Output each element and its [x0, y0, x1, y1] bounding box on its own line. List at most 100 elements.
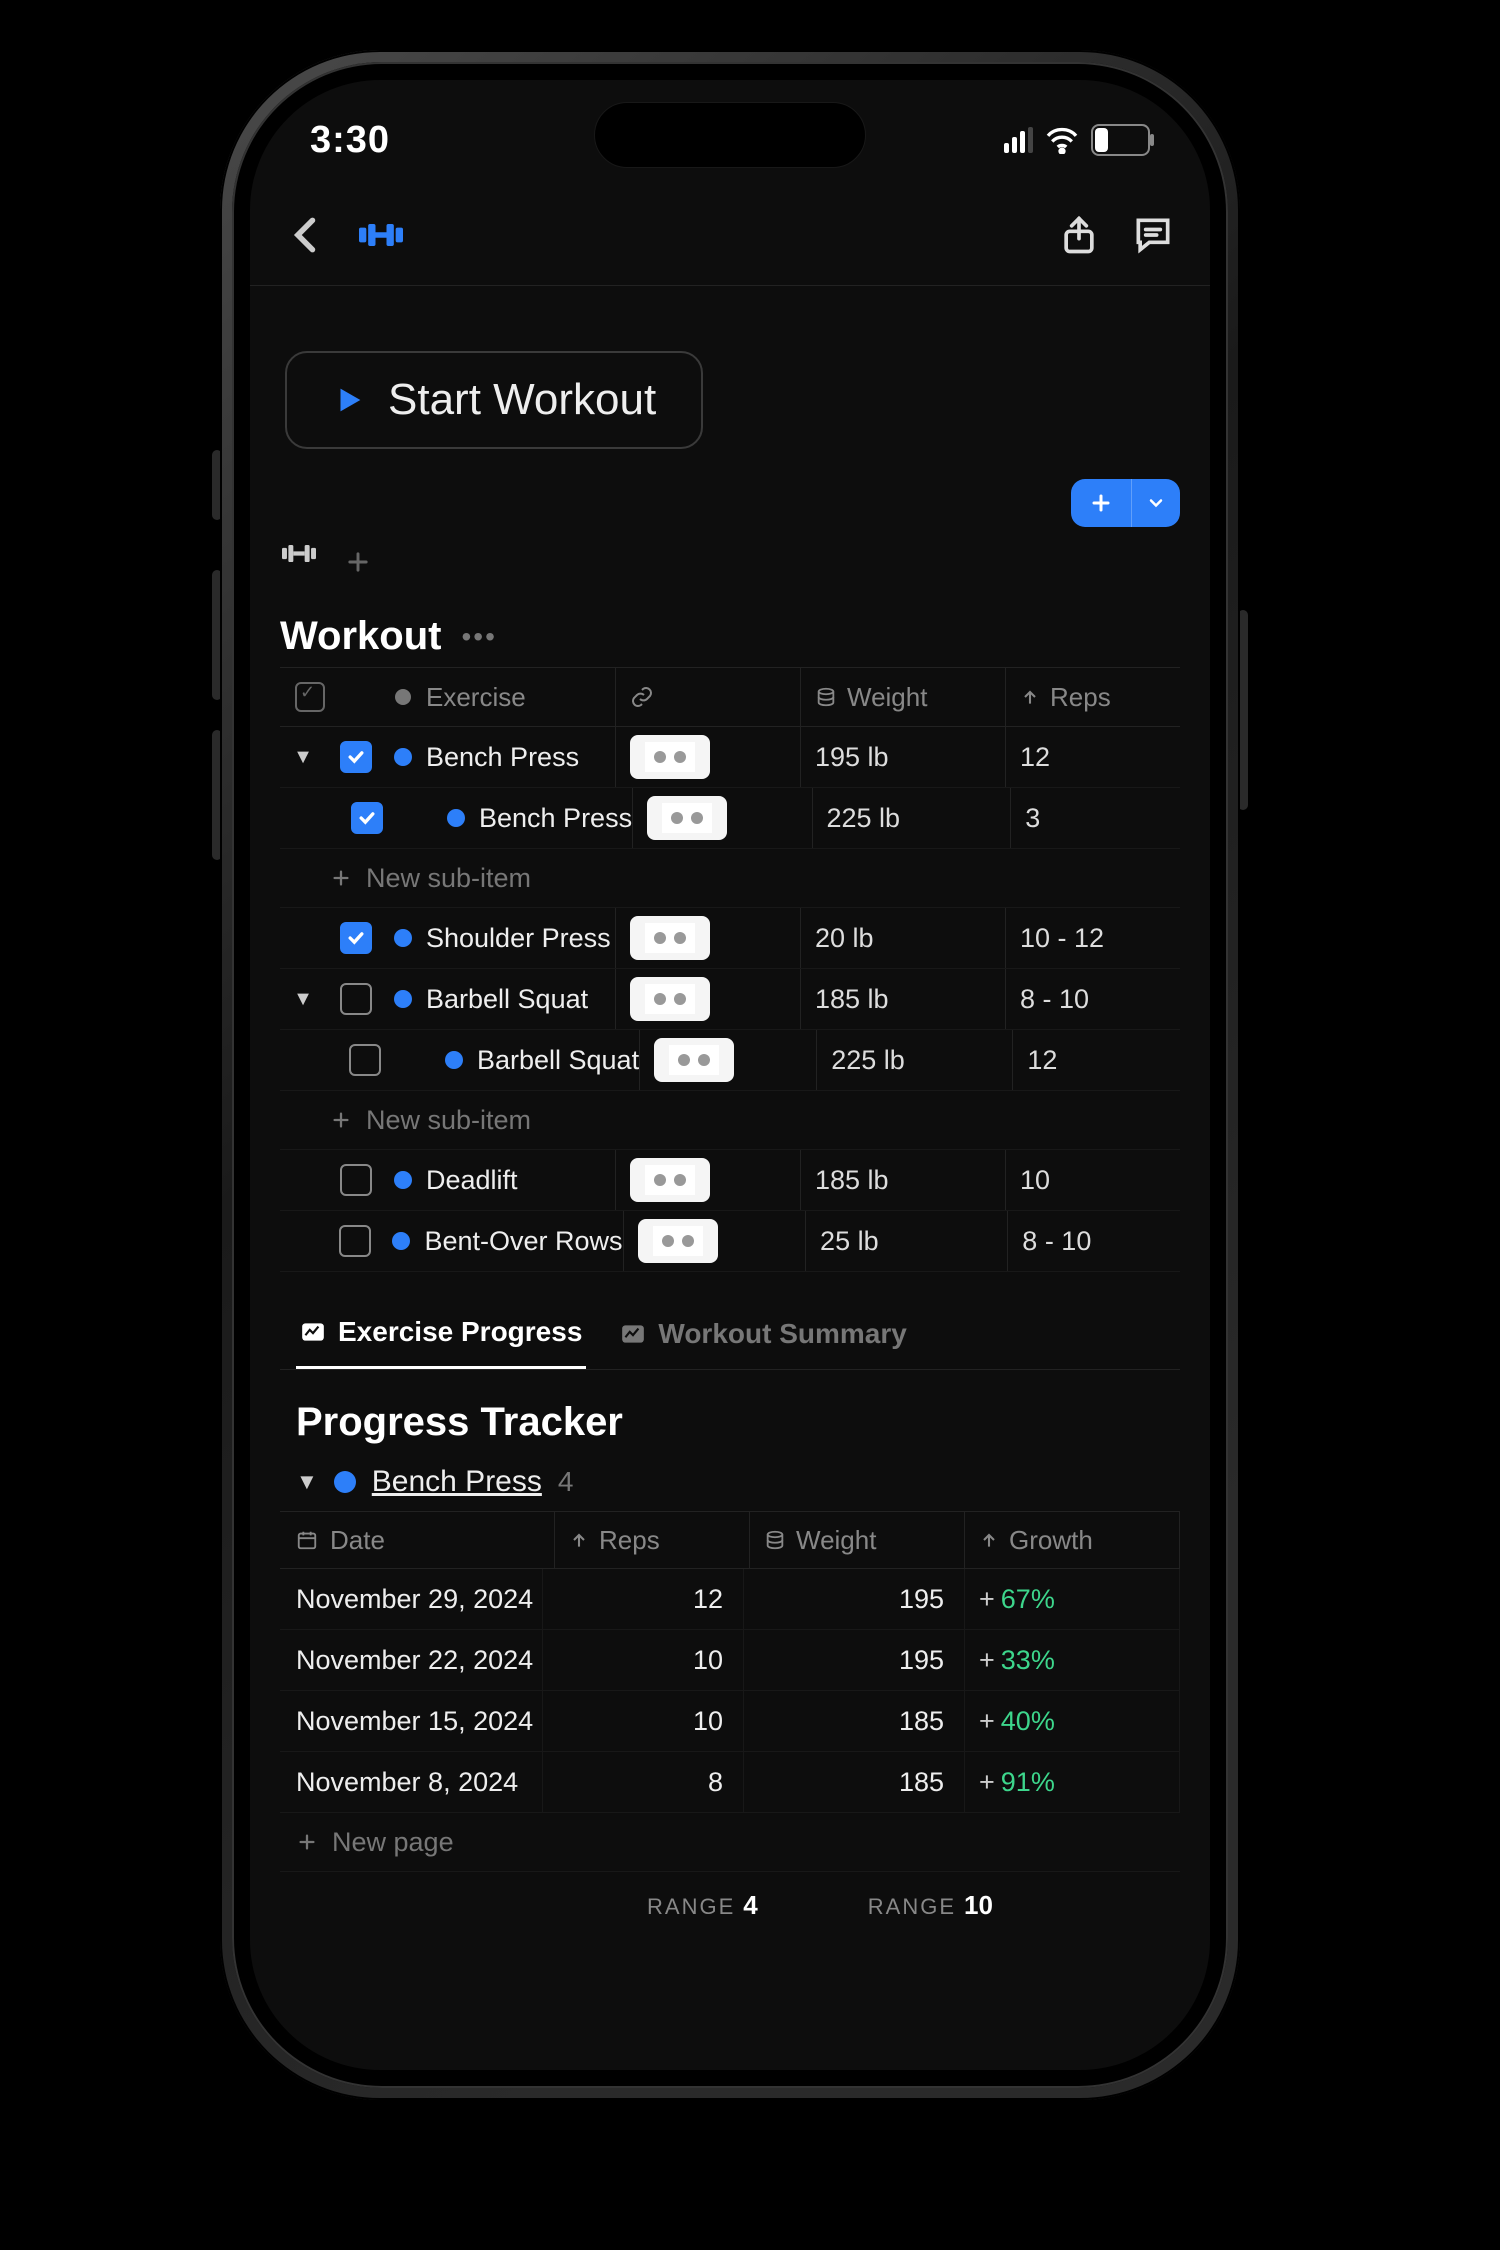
exercise-thumbnail[interactable]: [647, 796, 727, 840]
range-footer: RANGE4 RANGE10: [280, 1890, 1180, 1921]
back-button[interactable]: [285, 213, 329, 257]
row-checkbox[interactable]: [339, 1225, 371, 1257]
exercise-thumbnail[interactable]: [654, 1038, 734, 1082]
tab-exercise-progress[interactable]: Exercise Progress: [296, 1302, 586, 1369]
stack-icon: [764, 1529, 786, 1551]
calendar-icon: [296, 1529, 318, 1551]
tracker-reps: 10: [543, 1691, 744, 1751]
reps-value: 10 - 12: [1020, 923, 1104, 954]
arrow-up-icon: [979, 1530, 999, 1550]
exercise-thumbnail[interactable]: [630, 1158, 710, 1202]
tracker-column-reps[interactable]: Reps: [555, 1512, 750, 1568]
exercise-thumbnail[interactable]: [630, 916, 710, 960]
exercise-name: Shoulder Press: [426, 923, 611, 954]
column-reps[interactable]: Reps: [1006, 668, 1180, 726]
tracker-table-header: Date Reps Weight Growth: [280, 1511, 1180, 1569]
tracker-date: November 22, 2024: [280, 1630, 543, 1690]
tracker-weight: 195: [744, 1569, 965, 1629]
cellular-icon: [1004, 127, 1033, 153]
weight-value: 185 lb: [815, 984, 889, 1015]
dumbbell-icon[interactable]: [359, 213, 403, 257]
status-dot-icon: [394, 990, 412, 1008]
reps-value: 8 - 10: [1020, 984, 1089, 1015]
chart-icon: [300, 1319, 326, 1345]
tracker-group-name: Bench Press: [372, 1465, 542, 1499]
weight-value: 225 lb: [827, 803, 901, 834]
row-checkbox[interactable]: [340, 1164, 372, 1196]
tracker-column-weight[interactable]: Weight: [750, 1512, 965, 1568]
chevron-down-icon[interactable]: [1131, 479, 1180, 527]
exercise-name: Deadlift: [426, 1165, 518, 1196]
new-item-button[interactable]: [1071, 479, 1180, 527]
tracker-row[interactable]: November 22, 202410195+33%: [280, 1630, 1180, 1691]
exercise-name: Bent-Over Rows: [424, 1226, 622, 1257]
tracker-column-date[interactable]: Date: [280, 1512, 555, 1568]
table-row[interactable]: Deadlift185 lb10: [280, 1150, 1180, 1211]
row-checkbox[interactable]: [351, 802, 383, 834]
add-view-button[interactable]: [344, 548, 372, 576]
new-sub-item-button[interactable]: New sub-item: [280, 1091, 1180, 1150]
exercise-thumbnail[interactable]: [630, 977, 710, 1021]
phone-frame: 3:30 24: [220, 50, 1240, 2100]
nav-bar: [250, 185, 1210, 286]
exercise-name: Barbell Squat: [426, 984, 588, 1015]
progress-tracker-title: Progress Tracker: [296, 1400, 1180, 1445]
column-weight[interactable]: Weight: [801, 668, 1006, 726]
tracker-weight: 195: [744, 1630, 965, 1690]
chart-icon: [620, 1321, 646, 1347]
status-dot-icon: [392, 1232, 410, 1250]
table-header: Exercise Weight Reps: [280, 668, 1180, 727]
table-row[interactable]: Shoulder Press20 lb10 - 12: [280, 908, 1180, 969]
tracker-growth: +40%: [965, 1691, 1180, 1751]
new-sub-item-button[interactable]: New sub-item: [280, 849, 1180, 908]
comments-button[interactable]: [1131, 213, 1175, 257]
table-row[interactable]: ▼ Barbell Squat 185 lb 8 - 10: [280, 969, 1180, 1030]
row-checkbox[interactable]: [349, 1044, 381, 1076]
status-bar: 3:30 24: [250, 80, 1210, 185]
reps-value: 3: [1025, 803, 1040, 834]
row-checkbox[interactable]: [340, 922, 372, 954]
tracker-group-header[interactable]: ▼ Bench Press 4: [280, 1465, 1180, 1499]
status-dot-icon: [394, 748, 412, 766]
status-dot-icon: [334, 1471, 356, 1493]
status-dot-icon: [445, 1051, 463, 1069]
tracker-row[interactable]: November 15, 202410185+40%: [280, 1691, 1180, 1752]
table-row[interactable]: Barbell Squat225 lb12: [280, 1030, 1180, 1091]
table-row[interactable]: Bench Press225 lb3: [280, 788, 1180, 849]
caret-down-icon: ▼: [296, 1469, 318, 1495]
tracker-group-count: 4: [558, 1466, 574, 1498]
tracker-weight: 185: [744, 1752, 965, 1812]
view-tab-dumbbell[interactable]: [282, 545, 316, 579]
column-exercise[interactable]: Exercise: [386, 668, 616, 726]
dynamic-island: [594, 102, 866, 168]
tracker-row[interactable]: November 8, 20248185+91%: [280, 1752, 1180, 1813]
row-checkbox[interactable]: [340, 741, 372, 773]
share-button[interactable]: [1057, 213, 1101, 257]
weight-value: 25 lb: [820, 1226, 879, 1257]
exercise-thumbnail[interactable]: [638, 1219, 718, 1263]
table-row[interactable]: ▼Bench Press195 lb12: [280, 727, 1180, 788]
row-checkbox[interactable]: [340, 983, 372, 1015]
caret-down-icon[interactable]: ▼: [293, 988, 313, 1011]
caret-down-icon[interactable]: ▼: [293, 746, 313, 769]
section-menu[interactable]: •••: [461, 621, 496, 653]
header-checkbox-icon: [295, 682, 325, 712]
column-link[interactable]: [616, 668, 801, 726]
exercise-name: Bench Press: [426, 742, 579, 773]
tracker-column-growth[interactable]: Growth: [965, 1512, 1180, 1568]
weight-value: 195 lb: [815, 742, 889, 773]
tracker-row[interactable]: November 29, 202412195+67%: [280, 1569, 1180, 1630]
plus-icon: [1071, 479, 1131, 527]
exercise-thumbnail[interactable]: [630, 735, 710, 779]
table-row[interactable]: Bent-Over Rows25 lb8 - 10: [280, 1211, 1180, 1272]
start-workout-button[interactable]: Start Workout: [285, 351, 703, 449]
weight-value: 185 lb: [815, 1165, 889, 1196]
tracker-date: November 8, 2024: [280, 1752, 543, 1812]
reps-value: 12: [1027, 1045, 1057, 1076]
tracker-growth: +33%: [965, 1630, 1180, 1690]
new-page-button[interactable]: New page: [280, 1813, 1180, 1872]
exercise-name: Barbell Squat: [477, 1045, 639, 1076]
tab-workout-summary[interactable]: Workout Summary: [616, 1302, 910, 1369]
status-dot-icon: [394, 1171, 412, 1189]
play-icon: [332, 383, 366, 417]
